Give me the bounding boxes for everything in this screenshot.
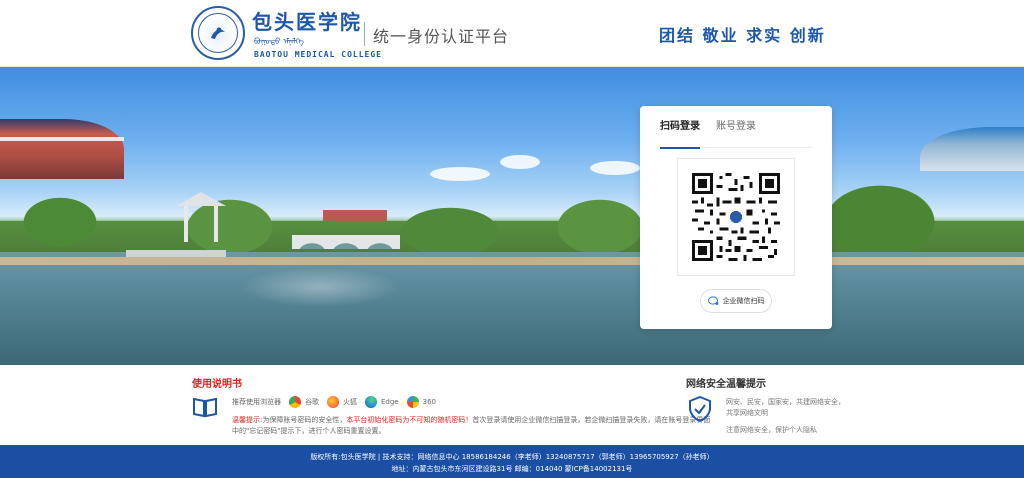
wecom-scan-button[interactable]: 企业微信扫码 (700, 289, 772, 313)
dome-building (920, 127, 1024, 171)
header-divider (364, 22, 365, 46)
school-name-en: BAOTOU MEDICAL COLLEGE (254, 50, 382, 59)
cloud (430, 167, 490, 181)
school-logo (191, 6, 245, 60)
school-name-cn: 包头医学院 (252, 10, 362, 34)
site-header: 包头医学院 ᠪᠤᠭᠤᠲᠤ ᠡᠮᠨᠡᠯᠭᠡ BAOTOU MEDICAL COLL… (0, 0, 1024, 67)
school-emblem-icon (211, 27, 225, 39)
school-motto: 团结 敬业 求实 创新 (659, 26, 826, 45)
browser-prefix: 推荐使用浏览器 (232, 398, 281, 406)
shield-icon (689, 396, 711, 422)
tip-red: 本平台初始化密码为不可知的随机密码！ (346, 416, 473, 424)
tip-key: 温馨提示: (232, 416, 263, 424)
qr-code-frame (677, 158, 795, 276)
tip-part1: 为保障账号密码的安全性， (262, 416, 347, 424)
pavilion (126, 192, 226, 258)
chrome-icon (289, 396, 301, 408)
platform-title: 统一身份认证平台 (373, 27, 510, 46)
tree-line (0, 182, 1024, 252)
browser-recommendation: 推荐使用浏览器 谷歌 火狐 Edge 360 (232, 396, 436, 408)
book-icon (193, 397, 217, 418)
security-title: 网络安全温馨提示 (686, 379, 766, 390)
info-section: 使用说明书 推荐使用浏览器 谷歌 火狐 Edge 360 温馨提示:为保障账号密… (0, 365, 1024, 445)
arch-bridge (292, 235, 400, 249)
browser-360: 360 (422, 398, 436, 406)
security-text-2: 注意网络安全，保护个人隐私 (726, 426, 817, 434)
firefox-icon (327, 396, 339, 408)
360-browser-icon (406, 396, 419, 408)
stadium-building (0, 119, 124, 179)
login-tabs: 扫码登录 账号登录 (660, 120, 812, 149)
browser-edge: Edge (381, 398, 399, 406)
tab-qr-login[interactable]: 扫码登录 (660, 120, 700, 149)
warm-tip: 温馨提示:为保障账号密码的安全性，本平台初始化密码为不可知的随机密码！首次登录请… (232, 415, 712, 437)
site-footer: 版权所有:包头医学院 | 技术支持：网络信息中心 18586184246（李老师… (0, 445, 1024, 478)
water-reflection (240, 267, 400, 307)
cloud (500, 155, 540, 169)
campus-banner (0, 67, 1024, 365)
browser-firefox: 火狐 (343, 398, 357, 406)
login-panel: 扫码登录 账号登录 企业微信扫码 (640, 106, 832, 329)
cloud (590, 161, 640, 175)
browser-chrome: 谷歌 (305, 398, 319, 406)
edge-icon (365, 396, 377, 408)
tab-account-login[interactable]: 账号登录 (716, 120, 756, 148)
manual-title: 使用说明书 (192, 379, 242, 390)
wecom-scan-label: 企业微信扫码 (722, 297, 765, 305)
footer-address: 地址：内蒙古包头市东河区建设路31号 邮编：014040 蒙ICP备140021… (391, 465, 633, 473)
school-name-mn: ᠪᠤᠭᠤᠲᠤ ᠡᠮᠨᠡᠯᠭᠡ (254, 37, 304, 46)
lake-bank (0, 257, 1024, 265)
security-text-1: 网安、民安，国家安，共建网络安全，共享网络文明 (726, 398, 845, 417)
footer-copyright: 版权所有:包头医学院 | 技术支持：网络信息中心 18586184246（李老师… (310, 453, 714, 461)
qr-code[interactable] (692, 173, 780, 261)
wecom-icon (707, 296, 718, 305)
